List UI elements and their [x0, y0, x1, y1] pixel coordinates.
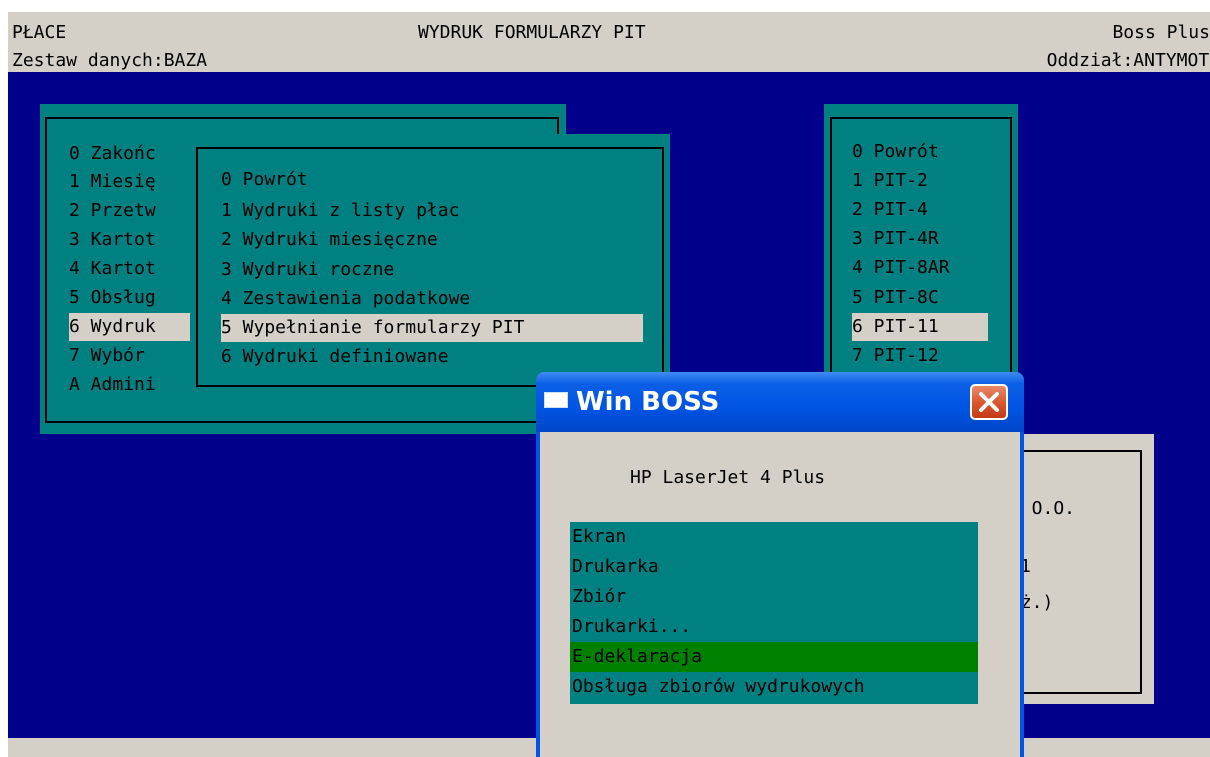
module-name: PŁACE [12, 22, 67, 43]
dialog-titlebar[interactable]: Win BOSS [536, 372, 1024, 432]
close-x-glyph [979, 392, 999, 412]
print-submenu: 0 Powrót 1 Wydruki z listy płac 2 Wydruk… [190, 134, 670, 398]
header-bar: PŁACE WYDRUK FORMULARZY PIT Boss Plus Ze… [8, 12, 1210, 72]
background-dialog: z O.O. 1 uż.) [1010, 434, 1154, 704]
option-ekran[interactable]: Ekran [570, 522, 978, 552]
main-menu-item-0[interactable]: 0 Zakońc [69, 140, 156, 168]
option-drukarki[interactable]: Drukarki... [570, 612, 978, 642]
main-menu-item-4[interactable]: 4 Kartot [69, 255, 156, 283]
win-boss-dialog: Win BOSS HP LaserJet 4 Plus Ekran Drukar… [536, 372, 1024, 757]
dialog-body: HP LaserJet 4 Plus Ekran Drukarka Zbiór … [536, 432, 1024, 757]
option-obsluga-zbiorow[interactable]: Obsługa zbiorów wydrukowych [570, 672, 978, 702]
pit-menu-item-6[interactable]: 6 PIT-11 [852, 313, 988, 341]
main-menu-item-a[interactable]: A Admini [69, 371, 156, 399]
pit-menu-item-0[interactable]: 0 Powrót [852, 138, 939, 166]
submenu-item-2[interactable]: 2 Wydruki miesięczne [221, 226, 438, 254]
submenu-item-5[interactable]: 5 Wypełnianie formularzy PIT [221, 314, 643, 342]
background-dialog-frame [1016, 450, 1142, 694]
pit-menu-item-2[interactable]: 2 PIT-4 [852, 196, 928, 224]
main-menu-item-5[interactable]: 5 Obsług [69, 284, 156, 312]
submenu-item-4[interactable]: 4 Zestawienia podatkowe [221, 285, 470, 313]
dialog-title: Win BOSS [576, 387, 720, 417]
option-drukarka[interactable]: Drukarka [570, 552, 978, 582]
app-name: Boss Plus [1112, 22, 1210, 43]
window-icon [544, 392, 568, 408]
submenu-item-0[interactable]: 0 Powrót [221, 166, 308, 194]
pit-menu-item-3[interactable]: 3 PIT-4R [852, 225, 939, 253]
option-zbior[interactable]: Zbiór [570, 582, 978, 612]
option-e-deklaracja[interactable]: E-deklaracja [570, 642, 978, 672]
main-menu-item-7[interactable]: 7 Wybór [69, 342, 145, 370]
selected-printer-label: HP LaserJet 4 Plus [630, 467, 826, 488]
close-icon[interactable] [970, 384, 1008, 420]
pit-menu-item-1[interactable]: 1 PIT-2 [852, 167, 928, 195]
pit-menu-item-4[interactable]: 4 PIT-8AR [852, 254, 950, 282]
pit-menu-item-7[interactable]: 7 PIT-12 [852, 342, 939, 370]
screen-title: WYDRUK FORMULARZY PIT [418, 22, 646, 43]
pit-menu-item-5[interactable]: 5 PIT-8C [852, 284, 939, 312]
submenu-item-6[interactable]: 6 Wydruki definiowane [221, 343, 449, 371]
main-menu-item-2[interactable]: 2 Przetw [69, 197, 156, 225]
submenu-item-3[interactable]: 3 Wydruki roczne [221, 256, 394, 284]
main-menu-item-1[interactable]: 1 Miesię [69, 168, 156, 196]
output-options-list: Ekran Drukarka Zbiór Drukarki... E-dekla… [570, 522, 978, 704]
submenu-item-1[interactable]: 1 Wydruki z listy płac [221, 197, 459, 225]
main-menu-item-3[interactable]: 3 Kartot [69, 226, 156, 254]
